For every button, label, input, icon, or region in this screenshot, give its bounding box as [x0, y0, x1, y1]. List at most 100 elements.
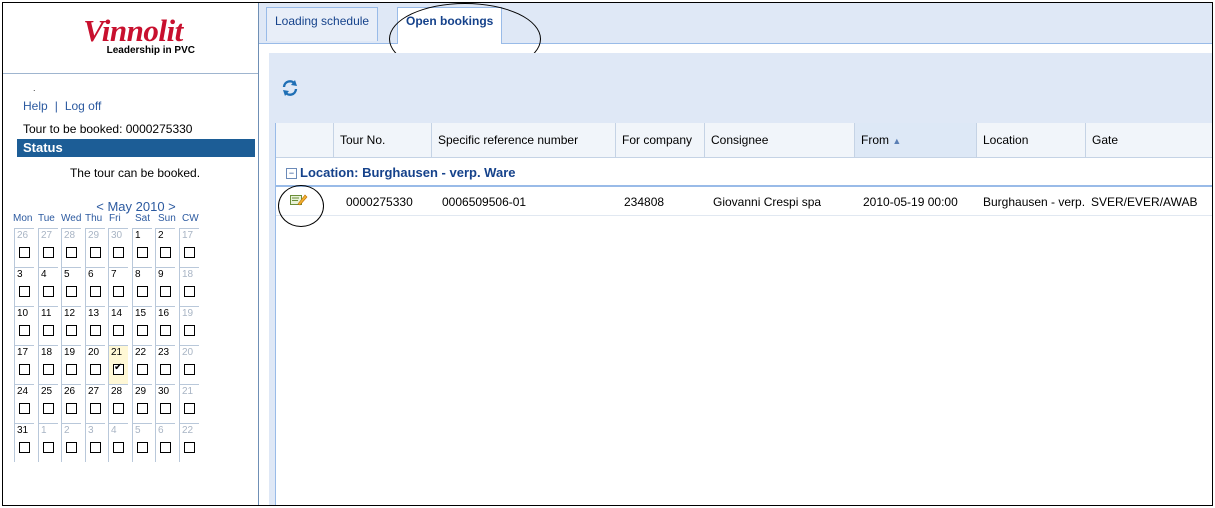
day-checkbox[interactable]	[43, 442, 54, 453]
day-checkbox[interactable]	[113, 403, 124, 414]
day-checkbox[interactable]	[66, 442, 77, 453]
day-checkbox[interactable]	[90, 286, 101, 297]
day-checkbox[interactable]	[19, 286, 30, 297]
tab-open-bookings[interactable]: Open bookings	[397, 7, 503, 44]
day-checkbox[interactable]	[19, 364, 30, 375]
day-checkbox[interactable]	[19, 442, 30, 453]
day-checkbox[interactable]	[137, 247, 148, 258]
edit-booking-icon[interactable]	[290, 194, 308, 206]
tab-bar: Loading schedule Open bookings	[259, 3, 1212, 44]
column-header-company[interactable]: For company	[616, 123, 705, 157]
day-checkbox[interactable]	[184, 364, 195, 375]
status-message: The tour can be booked.	[69, 166, 201, 180]
calendar-day-number: 29	[135, 386, 147, 397]
calendar-day-cell: 20	[85, 345, 105, 384]
day-checkbox[interactable]	[113, 247, 124, 258]
day-checkbox[interactable]	[113, 286, 124, 297]
day-checkbox[interactable]	[66, 247, 77, 258]
day-checkbox[interactable]	[160, 286, 171, 297]
day-checkbox[interactable]	[113, 325, 124, 336]
next-month-button[interactable]: >	[168, 199, 176, 214]
column-header-reference[interactable]: Specific reference number	[432, 123, 616, 157]
day-checkbox[interactable]	[43, 247, 54, 258]
day-checkbox[interactable]	[184, 325, 195, 336]
day-checkbox[interactable]	[19, 403, 30, 414]
calendar-day-cell: 21	[108, 345, 128, 384]
day-checkbox[interactable]	[137, 442, 148, 453]
calendar-day-number: 6	[88, 269, 94, 280]
cell-tour-no: 0000275330	[346, 195, 413, 209]
tab-loading-schedule[interactable]: Loading schedule	[266, 7, 379, 41]
calendar-day-cell: 4	[38, 267, 58, 306]
day-checkbox[interactable]	[160, 247, 171, 258]
day-checkbox[interactable]	[160, 442, 171, 453]
help-link[interactable]: Help	[23, 99, 48, 113]
day-checkbox[interactable]	[43, 286, 54, 297]
day-checkbox[interactable]	[43, 364, 54, 375]
weekday-header: Fri	[109, 213, 121, 224]
calendar-day-number: 17	[182, 230, 194, 241]
calendar-day-cell: 4	[108, 423, 128, 462]
calendar-week-cell: 22	[179, 423, 199, 462]
calendar-nav: < May 2010 >	[17, 199, 255, 214]
day-checkbox[interactable]	[137, 364, 148, 375]
day-checkbox[interactable]	[184, 247, 195, 258]
collapse-toggle-icon[interactable]: −	[286, 168, 297, 179]
prev-month-button[interactable]: <	[96, 199, 104, 214]
logoff-link[interactable]: Log off	[65, 99, 101, 113]
calendar-day-number: 12	[64, 308, 76, 319]
day-checkbox[interactable]	[43, 403, 54, 414]
group-row[interactable]: − Location: Burghausen - verp. Ware	[276, 163, 1212, 187]
day-checkbox[interactable]	[90, 403, 101, 414]
column-header-tour-no[interactable]: Tour No.	[334, 123, 432, 157]
column-header-gate[interactable]: Gate	[1086, 123, 1212, 157]
day-checkbox[interactable]	[137, 325, 148, 336]
day-checkbox[interactable]	[137, 403, 148, 414]
column-header-consignee[interactable]: Consignee	[705, 123, 855, 157]
column-header-from-label: From	[861, 133, 889, 147]
calendar-day-number: 29	[88, 230, 100, 241]
day-checkbox[interactable]	[19, 325, 30, 336]
refresh-icon[interactable]	[281, 79, 299, 97]
calendar-day-number: 10	[17, 308, 29, 319]
calendar-day-number: 20	[88, 347, 100, 358]
day-checkbox[interactable]	[66, 403, 77, 414]
day-checkbox[interactable]	[90, 325, 101, 336]
divider	[3, 73, 258, 74]
day-checkbox[interactable]	[43, 325, 54, 336]
day-checkbox[interactable]	[160, 364, 171, 375]
calendar-day-cell: 25	[38, 384, 58, 423]
day-checkbox[interactable]	[184, 286, 195, 297]
day-checkbox[interactable]	[160, 325, 171, 336]
calendar-day-number: 2	[64, 425, 70, 436]
calendar-day-cell: 31	[14, 423, 34, 462]
calendar-day-cell: 29	[132, 384, 152, 423]
day-checkbox[interactable]	[184, 403, 195, 414]
table-row[interactable]: 0000275330 0006509506-01 234808 Giovanni…	[276, 191, 1212, 216]
day-checkbox[interactable]	[19, 247, 30, 258]
column-header-location[interactable]: Location	[977, 123, 1086, 157]
day-checkbox[interactable]	[90, 442, 101, 453]
calendar-day-cell: 9	[155, 267, 175, 306]
calendar-day-number: 4	[41, 269, 47, 280]
calendar-week-cell: 21	[179, 384, 199, 423]
calendar-day-number: 19	[182, 308, 194, 319]
day-checkbox[interactable]	[66, 364, 77, 375]
bookings-grid: Tour No. Specific reference number For c…	[275, 123, 1212, 505]
day-checkbox[interactable]	[160, 403, 171, 414]
calendar-week-cell: 18	[179, 267, 199, 306]
calendar-day-cell: 22	[132, 345, 152, 384]
day-checkbox[interactable]	[90, 247, 101, 258]
app-frame: Vinnolit Leadership in PVC . Help | Log of…	[2, 2, 1213, 506]
day-checkbox[interactable]	[137, 286, 148, 297]
day-checkbox[interactable]	[113, 442, 124, 453]
column-header-from[interactable]: From ▲	[855, 123, 977, 157]
calendar-day-cell: 14	[108, 306, 128, 345]
calendar-day-number: 30	[158, 386, 170, 397]
day-checkbox[interactable]	[184, 442, 195, 453]
day-checkbox[interactable]	[90, 364, 101, 375]
day-checkbox[interactable]	[113, 362, 124, 375]
day-checkbox[interactable]	[66, 286, 77, 297]
day-checkbox[interactable]	[66, 325, 77, 336]
calendar-day-cell: 15	[132, 306, 152, 345]
